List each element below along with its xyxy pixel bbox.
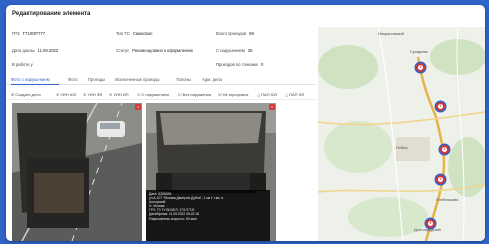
- map-pin-4[interactable]: 4: [436, 175, 445, 184]
- status-value: Рекомендовано к оформлению: [132, 48, 193, 53]
- tab-admin-cases[interactable]: Адм. дела: [202, 77, 222, 82]
- with-violation-icon: ⊘: [137, 92, 141, 97]
- pap-ul-label: ПАП ЮЛ: [261, 92, 278, 97]
- uin-ul-button[interactable]: ⊕УИН ЮЛ: [56, 92, 76, 97]
- tonnage-label: Проездов по тоннаже: [216, 62, 258, 67]
- uin-ul-label: УИН ЮЛ: [60, 92, 77, 97]
- pap-fl-label: ПАП ФЛ: [289, 92, 305, 97]
- uin-ip-icon: ⊕: [109, 92, 113, 97]
- tonnage-field: Проездов по тоннаже 0: [216, 62, 263, 67]
- grz-field: ГРЗ Т710ОР777: [12, 31, 45, 36]
- total-passes-field: Всего проездов 89: [216, 31, 254, 36]
- delete-photo-icon[interactable]: ×: [135, 104, 141, 110]
- uin-fl-label: УИН ФЛ: [87, 92, 103, 97]
- active-tab-indicator: [11, 84, 59, 85]
- road-scene-image: [12, 103, 142, 241]
- map-background: [318, 27, 485, 241]
- violation-photo-truck[interactable]: Дата: А206026 ул.А-107 "Москва-Дмитров-Д…: [146, 103, 276, 241]
- tab-bar: Фото с нарушением Фото Проезды Исключенн…: [6, 75, 316, 85]
- date-label: Дата доклы: [12, 48, 35, 53]
- map-pin-3[interactable]: 3: [440, 145, 449, 154]
- uin-ip-label: УИН ИП: [113, 92, 129, 97]
- vehicle-type-label: Тип ТС: [116, 31, 130, 36]
- map-pin-1[interactable]: 1: [416, 63, 425, 72]
- pap-ul-icon: △: [257, 92, 261, 97]
- total-passes-value: 89: [249, 31, 254, 36]
- window-title: Редактирование элемента: [12, 11, 91, 17]
- status-field: Статус Рекомендовано к оформлению: [116, 48, 193, 53]
- tab-passes[interactable]: Проезды: [88, 77, 105, 82]
- grz-label: ГРЗ: [12, 31, 20, 36]
- uin-ip-button[interactable]: ⊕УИН ИП: [109, 92, 129, 97]
- create-case-button[interactable]: ⊞Создать дело: [11, 92, 41, 97]
- uin-ul-icon: ⊕: [56, 92, 60, 97]
- action-toolbar: ⊞Создать дело ⊕УИН ЮЛ ⊕УИН ФЛ ⊕УИН ИП ⊘С…: [6, 91, 316, 100]
- vehicle-type-value: Самосвал: [132, 31, 153, 36]
- map-pin-5[interactable]: 5: [426, 219, 435, 228]
- element-edit-window: Редактирование элемента ГРЗ Т710ОР777 Тип…: [6, 5, 485, 241]
- without-violation-button[interactable]: ☑Без нарушения: [178, 92, 211, 97]
- without-violation-label: Без нарушения: [182, 92, 211, 97]
- date-field: Дата доклы 11.09.2022: [12, 48, 58, 53]
- total-passes-label: Всего проездов: [216, 31, 247, 36]
- delete-photo-icon-2[interactable]: ×: [269, 104, 275, 110]
- create-case-label: Создать дело: [15, 92, 41, 97]
- pap-ul-button[interactable]: △ПАП ЮЛ: [257, 92, 277, 97]
- assignee-label: В работе у: [12, 62, 33, 67]
- date-value: 11.09.2022: [37, 48, 59, 53]
- violations-field: С нарушением 35: [216, 48, 252, 53]
- uin-fl-button[interactable]: ⊕УИН ФЛ: [83, 92, 102, 97]
- tab-coupons[interactable]: Талоны: [176, 77, 191, 82]
- with-violation-label: С нарушением: [141, 92, 169, 97]
- assignee-field: В работе у: [12, 62, 33, 67]
- tab-violation-photos[interactable]: Фото с нарушением: [11, 77, 50, 82]
- not-garbage-truck-button[interactable]: ☒Не мусоровоз: [218, 92, 248, 97]
- map-label-khlebnikovo: Хлебниково: [436, 197, 459, 202]
- map-label-nekrasovsky: Некрасовский: [378, 31, 404, 36]
- route-map[interactable]: Некрасовский Сухарево Лобня Хлебниково Д…: [318, 27, 485, 241]
- not-garbage-truck-icon: ☒: [218, 92, 222, 97]
- violations-label: С нарушением: [216, 48, 245, 53]
- status-label: Статус: [116, 48, 130, 53]
- without-violation-icon: ☑: [178, 92, 182, 97]
- violation-photo-road[interactable]: ×: [12, 103, 142, 241]
- grz-value: Т710ОР777: [22, 31, 46, 36]
- with-violation-button[interactable]: ⊘С нарушением: [137, 92, 169, 97]
- violations-value: 35: [247, 48, 253, 53]
- tab-excluded-passes[interactable]: Исключенные проезды: [115, 77, 160, 82]
- tonnage-value: 0: [260, 62, 264, 67]
- pap-fl-icon: △: [285, 92, 289, 97]
- map-label-dolgoprudny: Долгопрудный: [414, 227, 441, 232]
- uin-fl-icon: ⊕: [83, 92, 87, 97]
- photo-caption: Дата: А206026 ул.А-107 "Москва-Дмитров-Д…: [146, 190, 270, 241]
- map-label-sukharevo: Сухарево: [410, 49, 428, 54]
- map-label-lobnya: Лобня: [396, 145, 408, 150]
- map-pin-2[interactable]: 2: [436, 102, 445, 111]
- not-garbage-truck-label: Не мусоровоз: [222, 92, 249, 97]
- pap-fl-button[interactable]: △ПАП ФЛ: [285, 92, 304, 97]
- tab-photos[interactable]: Фото: [68, 77, 78, 82]
- vehicle-type-field: Тип ТС Самосвал: [116, 31, 152, 36]
- create-case-icon: ⊞: [11, 92, 15, 97]
